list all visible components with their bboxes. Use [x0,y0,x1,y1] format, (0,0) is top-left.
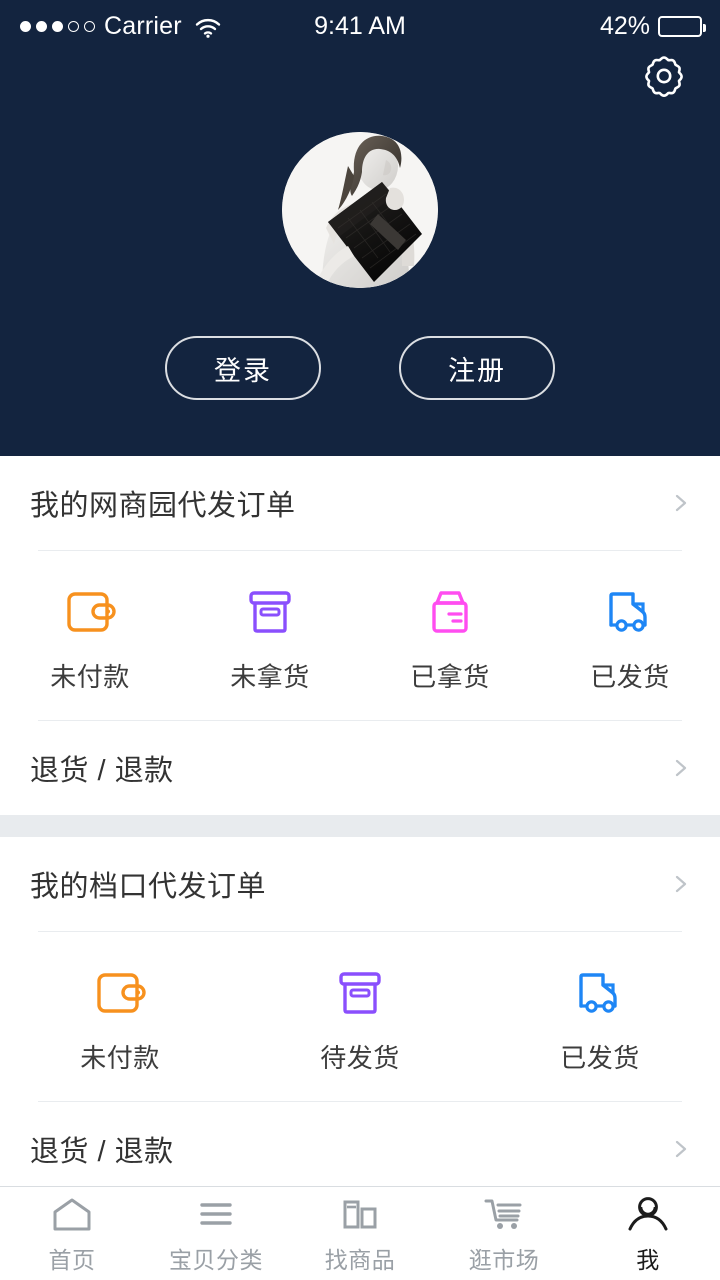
status-item-shipped[interactable]: 已发货 [480,966,720,1075]
returns-refunds-label: 退货 / 退款 [30,1136,174,1168]
status-item-not-picked[interactable]: 未拿货 [180,585,360,694]
list-lines-icon [194,1192,238,1232]
status-label: 未付款 [80,1043,160,1073]
chevron-right-icon [672,1140,690,1158]
chevron-right-icon [672,875,690,893]
status-item-unpaid[interactable]: 未付款 [0,585,180,694]
tab-label: 逛市场 [468,1247,540,1273]
section-header[interactable]: 我的网商园代发订单 [0,456,720,550]
tab-label: 首页 [48,1247,96,1273]
status-label: 待发货 [320,1043,400,1073]
tab-label: 宝贝分类 [169,1247,263,1273]
section-title: 我的网商园代发订单 [30,490,296,522]
delivery-truck-icon [571,966,629,1020]
status-label: 未付款 [50,662,130,692]
app-screen: Carrier 9:41 AM 42% 登录 注册 我的网商园代发订单 未付款 … [0,0,720,1280]
login-button[interactable]: 登录 [165,336,321,400]
returns-refunds-label: 退货 / 退款 [30,755,174,787]
tab-find-products[interactable]: 找商品 [288,1187,432,1280]
section-stall-orders: 我的档口代发订单 未付款 待发货 已发货 退货 / 退款 [0,837,720,1196]
section-title: 我的档口代发订单 [30,871,267,903]
status-label: 已发货 [560,1043,640,1073]
tab-categories[interactable]: 宝贝分类 [144,1187,288,1280]
profile-header: Carrier 9:41 AM 42% 登录 注册 [0,0,720,456]
status-bar-right: 42% [599,11,706,41]
home-icon [50,1192,94,1232]
section-header[interactable]: 我的档口代发订单 [0,837,720,931]
returns-refunds-row[interactable]: 退货 / 退款 [0,1102,720,1196]
archive-box-icon [241,585,299,639]
status-item-shipped[interactable]: 已发货 [540,585,720,694]
delivery-truck-icon [601,585,659,639]
tab-label: 我 [636,1247,660,1273]
avatar[interactable] [282,132,438,288]
package-box-icon [421,585,479,639]
tab-market[interactable]: 逛市场 [432,1187,576,1280]
battery-icon [658,15,706,37]
section-wangshangyuan-orders: 我的网商园代发订单 未付款 未拿货 已拿货 已发货 退货 / 退款 [0,456,720,815]
auth-buttons: 登录 注册 [0,336,720,400]
person-icon [626,1192,670,1232]
order-status-grid: 未付款 待发货 已发货 [0,932,720,1101]
status-item-picked[interactable]: 已拿货 [360,585,540,694]
wallet-icon [91,966,149,1020]
status-item-pending-shipment[interactable]: 待发货 [240,966,480,1075]
order-status-grid: 未付款 未拿货 已拿货 已发货 [0,551,720,720]
register-button[interactable]: 注册 [399,336,555,400]
status-label: 未拿货 [230,662,310,692]
tab-home[interactable]: 首页 [0,1187,144,1280]
shopping-cart-icon [481,1192,527,1232]
status-item-unpaid[interactable]: 未付款 [0,966,240,1075]
chevron-right-icon [672,759,690,777]
archive-box-icon [331,966,389,1020]
returns-refunds-row[interactable]: 退货 / 退款 [0,721,720,815]
section-separator-band [0,815,720,837]
battery-percent-label: 42% [599,11,650,40]
bottom-tab-bar: 首页 宝贝分类 找商品 逛市场 我 [0,1186,720,1280]
chevron-right-icon [672,494,690,512]
status-label: 已发货 [590,662,670,692]
gear-icon [640,52,688,105]
tab-profile[interactable]: 我 [576,1187,720,1280]
status-bar: Carrier 9:41 AM 42% [0,0,720,52]
settings-button[interactable] [634,48,694,108]
status-label: 已拿货 [410,662,490,692]
wallet-icon [61,585,119,639]
grid-blocks-icon [338,1192,382,1232]
avatar-image [282,132,438,288]
tab-label: 找商品 [324,1247,396,1273]
